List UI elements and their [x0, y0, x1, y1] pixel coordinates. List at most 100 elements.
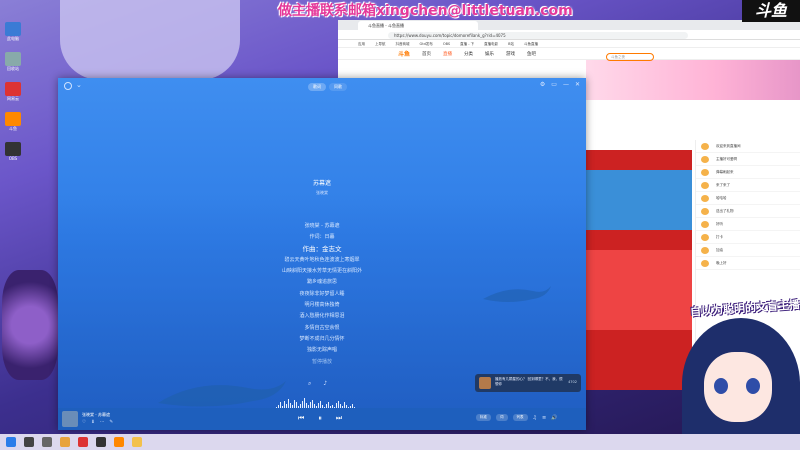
lyric-line[interactable]: 作词：日暮 [58, 232, 586, 243]
song-title: 苏幕遮 [312, 180, 331, 187]
music-app-icon [5, 82, 21, 96]
search-icon[interactable] [24, 437, 34, 447]
start-icon[interactable] [6, 437, 16, 447]
comment-popup[interactable]: 播放有几颗星的心？ 回到哪里？不，我，很想你 4702 [475, 374, 581, 392]
settings-icon[interactable]: ⚙ [540, 81, 545, 88]
folder-taskbar-icon[interactable] [132, 437, 142, 447]
douyu-app-icon [5, 112, 21, 126]
task-view-icon[interactable] [42, 437, 52, 447]
bookmark-item[interactable]: B站 [508, 40, 514, 47]
lyric-line[interactable]: 梦断不成归几分情怀 [58, 334, 586, 345]
live-room-video[interactable] [586, 150, 692, 390]
lyric-music-icon[interactable]: ♪ [323, 380, 327, 388]
desktop-icon-recycle-bin[interactable]: 回收站 [2, 52, 24, 71]
lyrics-toggle-button[interactable]: 词 [496, 414, 508, 421]
player-tabs: 歌词 同歌 [308, 83, 347, 91]
obs-taskbar-icon[interactable] [96, 437, 106, 447]
lyric-line[interactable]: 暂停播放 [58, 357, 586, 368]
bookmark-item[interactable]: 上导航 [375, 40, 386, 47]
obs-app-icon [5, 142, 21, 156]
lyric-line[interactable]: 张晓棠 - 苏幕遮 [58, 221, 586, 232]
player-titlebar: ⌄ 歌词 同歌 ⚙ ▭ — ✕ [58, 78, 586, 94]
singer-name[interactable]: 张晓棠 [58, 190, 586, 196]
lyric-line[interactable]: 碧云天黄叶地秋色连波波上寒烟翠 [58, 255, 586, 266]
video-frame-lower [586, 250, 692, 330]
comment-likes[interactable]: 4702 [568, 380, 577, 384]
volume-icon[interactable]: 🔊 [551, 415, 557, 421]
download-icon[interactable]: ⬇ [91, 420, 95, 425]
url-field[interactable]: https://www.douyu.com/topic/domorefilank… [388, 31, 688, 39]
browser-tab[interactable]: 斗鱼直播 - 斗鱼直播 [358, 21, 478, 30]
site-logo[interactable]: 斗鱼 [398, 49, 410, 58]
lyric-search-icon[interactable]: ⌕ [308, 380, 311, 388]
chat-message: 打卡 [696, 231, 800, 244]
music-taskbar-icon[interactable] [78, 437, 88, 447]
vtuber-avatar-eye-right [746, 378, 760, 394]
desktop-icon-this-pc[interactable]: 此电脑 [2, 22, 24, 41]
chat-message: 送出了礼物 [696, 205, 800, 218]
stream-contact-overlay: 做主播联系邮箱xingchen@littletuan.com [278, 3, 573, 19]
bookmark-item[interactable]: 斗鱼直播 [524, 40, 538, 47]
playback-controls: ⏮ ⏸ ⏭ [298, 414, 342, 423]
now-playing-title[interactable]: 张晓棠 - 苏幕遮 [82, 412, 110, 418]
lyric-line[interactable]: 多情自古空余恨 [58, 323, 586, 334]
tab-lyrics[interactable]: 歌词 [308, 83, 326, 91]
nav-item-games[interactable]: 游戏 [506, 51, 515, 57]
queue-icon[interactable]: ≡ [542, 415, 546, 421]
app-logo-icon [64, 82, 72, 90]
player-control-bar: 张晓棠 - 苏幕遮 ♡ ⬇ ⋯ ✎ ⏮ ⏸ ⏭ 标准 词 列表 ♫ ≡ 🔊 [58, 408, 586, 430]
desktop-wallpaper-cloud [60, 0, 240, 80]
bookmarks-bar: 应用 上导航 抖音商城 Gtd发布 OBS 直播 - 下 直播电影 B站 斗鱼直… [338, 40, 800, 48]
song-actions: ♡ ⬇ ⋯ ✎ [82, 420, 113, 425]
close-icon[interactable]: ✕ [575, 81, 580, 88]
video-frame [586, 170, 692, 230]
quality-button[interactable]: 标准 [476, 414, 491, 421]
desktop-icon-douyu[interactable]: 斗鱼 [2, 112, 24, 131]
taskbar [0, 434, 800, 450]
pause-icon[interactable]: ⏸ [318, 414, 322, 423]
like-icon[interactable]: ♡ [82, 420, 86, 425]
bookmark-item[interactable]: 直播 - 下 [460, 40, 474, 47]
playlist-button[interactable]: 列表 [512, 414, 528, 421]
bookmark-item[interactable]: 直播电影 [484, 40, 498, 47]
lyric-line[interactable]: 明月楼高休独倚 [58, 300, 586, 311]
bookmark-item[interactable]: 应用 [358, 40, 365, 47]
next-icon[interactable]: ⏭ [336, 414, 342, 423]
minimize-icon[interactable]: — [563, 81, 569, 88]
lyrics-panel: 张晓棠 - 苏幕遮 作词：日暮 作曲：金志文 碧云天黄叶地秋色连波波上寒烟翠 山… [58, 221, 586, 368]
chat-message: 加油 [696, 244, 800, 257]
comment-icon[interactable]: ✎ [109, 420, 113, 425]
site-search-input[interactable]: 斗鱼之夜 [606, 53, 654, 61]
lyric-line[interactable]: 山映斜阳天接水芳草无情更在斜阳外 [58, 266, 586, 277]
bookmark-item[interactable]: Gtd发布 [420, 40, 433, 47]
whale-illustration [158, 381, 286, 407]
lyric-line[interactable]: 酒入愁肠化作相思泪 [58, 311, 586, 322]
desktop-icon-obs[interactable]: OBS [2, 142, 24, 161]
computer-icon [5, 22, 21, 36]
previous-icon[interactable]: ⏮ [298, 414, 304, 423]
trash-icon [5, 52, 21, 66]
desktop-icon-netease[interactable]: 网易云 [2, 82, 24, 101]
vtuber-avatar-eye-left [714, 378, 728, 394]
bookmark-item[interactable]: OBS [443, 40, 450, 47]
nav-item-home[interactable]: 首页 [422, 51, 431, 57]
nav-item-entertainment[interactable]: 娱乐 [485, 51, 494, 57]
nav-item-live[interactable]: 直播 [443, 51, 452, 57]
more-icon[interactable]: ⋯ [100, 420, 105, 425]
tab-similar[interactable]: 同歌 [329, 83, 347, 91]
lyric-line-current[interactable]: 作曲：金志文 [58, 244, 586, 255]
bookmark-item[interactable]: 抖音商城 [396, 40, 410, 47]
album-cover[interactable] [62, 411, 78, 427]
nav-item-category[interactable]: 分类 [464, 51, 473, 57]
lyric-line[interactable]: 黯乡魂追旅思 [58, 277, 586, 288]
lyric-line[interactable]: 夜夜除非好梦留人睡 [58, 289, 586, 300]
mini-mode-icon[interactable]: ▭ [551, 81, 557, 88]
back-icon[interactable]: ⌄ [76, 81, 82, 89]
sound-effect-icon[interactable]: ♫ [533, 415, 537, 421]
douyu-taskbar-icon[interactable] [114, 437, 124, 447]
browser-taskbar-icon[interactable] [60, 437, 70, 447]
nav-item-forum[interactable]: 鱼吧 [527, 51, 536, 57]
music-player-window: ⌄ 歌词 同歌 ⚙ ▭ — ✕ 苏幕遮 张晓棠 张晓棠 - 苏幕遮 作词：日暮 … [58, 78, 586, 430]
lyric-line[interactable]: 独影无踪声唱 [58, 345, 586, 356]
comment-text: 播放有几颗星的心？ 回到哪里？不，我，很想你 [495, 377, 563, 386]
